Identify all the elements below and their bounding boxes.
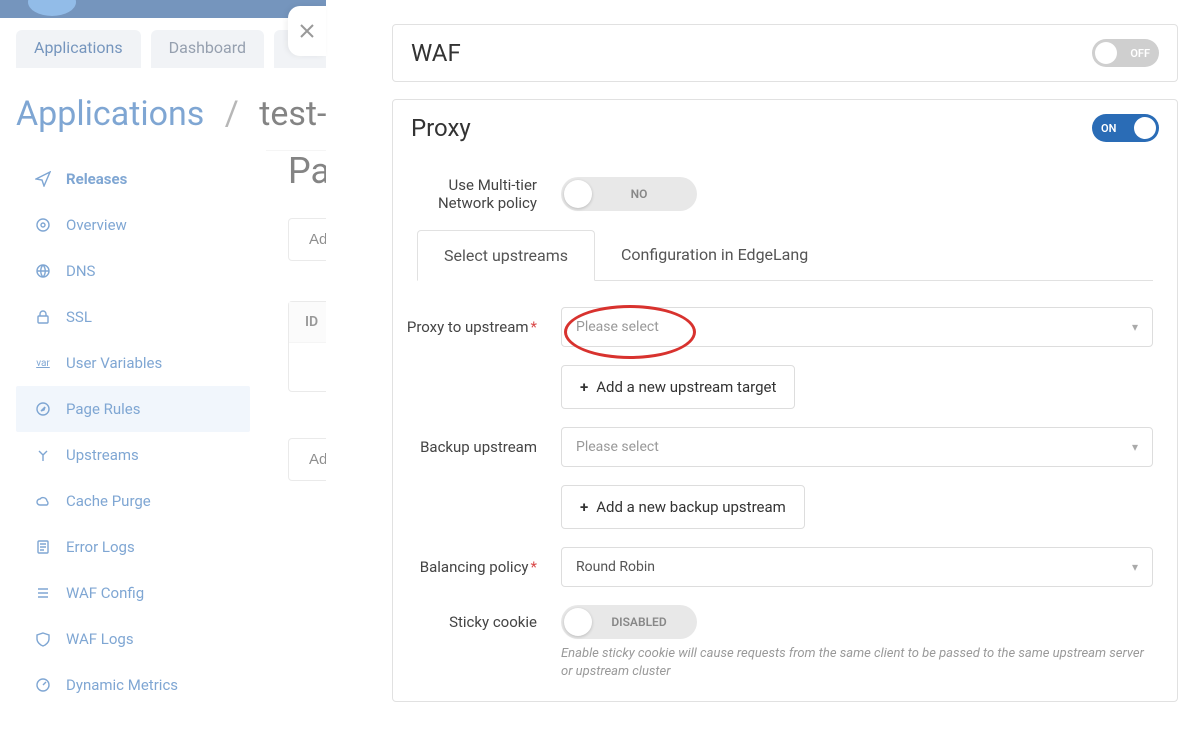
- backup-upstream-label: Backup upstream: [393, 438, 561, 456]
- modal-close-button[interactable]: [288, 6, 326, 56]
- sticky-cookie-toggle[interactable]: DISABLED: [561, 605, 697, 639]
- plus-icon: +: [580, 498, 588, 516]
- toggle-label: ON: [1092, 122, 1125, 135]
- multi-tier-toggle[interactable]: NO: [561, 177, 697, 211]
- chevron-down-icon: ▾: [1132, 560, 1138, 574]
- balancing-policy-select[interactable]: Round Robin ▾: [561, 547, 1153, 587]
- proxy-to-upstream-label: Proxy to upstream*: [393, 318, 561, 336]
- proxy-toggle[interactable]: ON: [1092, 114, 1159, 142]
- sticky-cookie-hint: Enable sticky cookie will cause requests…: [561, 645, 1153, 681]
- toggle-label: DISABLED: [611, 615, 666, 629]
- tab-select-upstreams[interactable]: Select upstreams: [417, 230, 595, 281]
- proxy-title: Proxy: [411, 114, 471, 142]
- modal: WAF OFF Proxy ON Use Multi-tier Network …: [326, 0, 1184, 730]
- sticky-cookie-label: Sticky cookie: [393, 613, 561, 631]
- toggle-knob: [564, 608, 592, 636]
- add-upstream-target-button[interactable]: + Add a new upstream target: [561, 365, 795, 409]
- multi-tier-label: Use Multi-tier Network policy: [393, 176, 561, 212]
- plus-icon: +: [580, 378, 588, 396]
- btn-label: Add a new upstream target: [596, 378, 776, 396]
- toggle-knob: [564, 180, 592, 208]
- toggle-label: NO: [631, 187, 648, 201]
- btn-label: Add a new backup upstream: [596, 498, 786, 516]
- toggle-knob: [1134, 117, 1156, 139]
- proxy-to-upstream-select[interactable]: Please select ▾: [561, 307, 1153, 347]
- tab-config-edgelang[interactable]: Configuration in EdgeLang: [595, 230, 834, 281]
- waf-toggle[interactable]: OFF: [1092, 39, 1159, 67]
- chevron-down-icon: ▾: [1132, 320, 1138, 334]
- select-placeholder: Please select: [576, 439, 659, 455]
- select-value: Round Robin: [576, 559, 655, 575]
- backup-upstream-select[interactable]: Please select ▾: [561, 427, 1153, 467]
- proxy-card: Proxy ON Use Multi-tier Network policy N…: [392, 99, 1178, 702]
- select-placeholder: Please select: [576, 319, 659, 335]
- balancing-policy-label: Balancing policy*: [393, 558, 561, 576]
- chevron-down-icon: ▾: [1132, 440, 1138, 454]
- toggle-knob: [1095, 42, 1117, 64]
- add-backup-upstream-button[interactable]: + Add a new backup upstream: [561, 485, 805, 529]
- waf-card: WAF OFF: [392, 24, 1178, 82]
- close-icon: [297, 21, 317, 41]
- toggle-label: OFF: [1121, 47, 1159, 60]
- waf-title: WAF: [411, 39, 461, 67]
